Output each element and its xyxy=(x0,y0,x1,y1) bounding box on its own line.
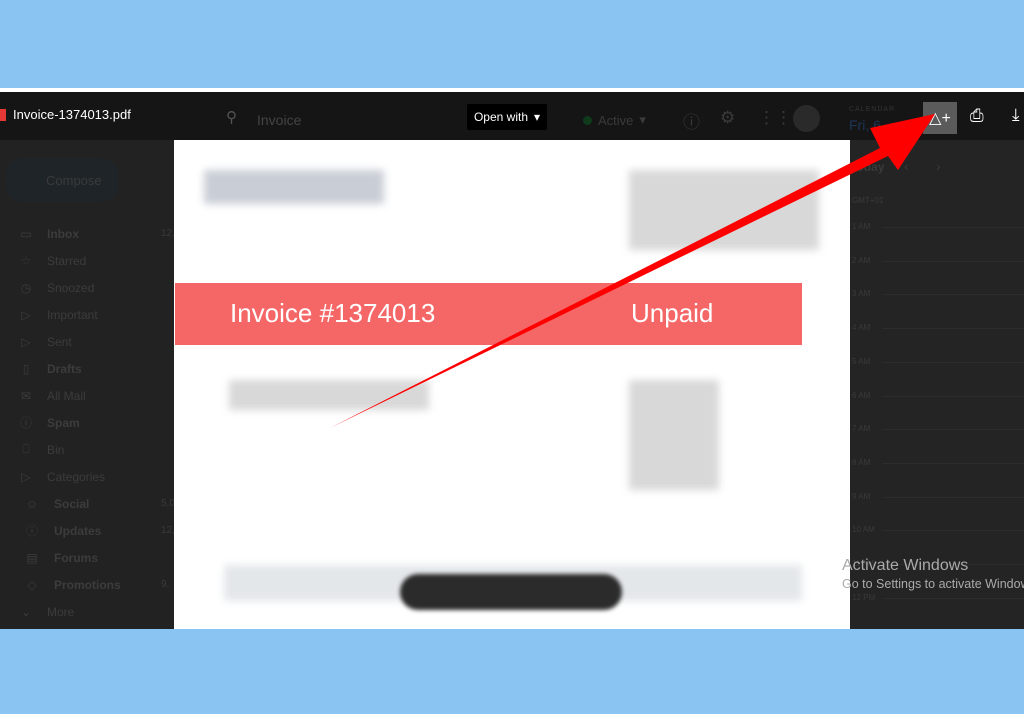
arrow-shape xyxy=(330,114,935,428)
red-arrow-annotation xyxy=(330,114,935,428)
